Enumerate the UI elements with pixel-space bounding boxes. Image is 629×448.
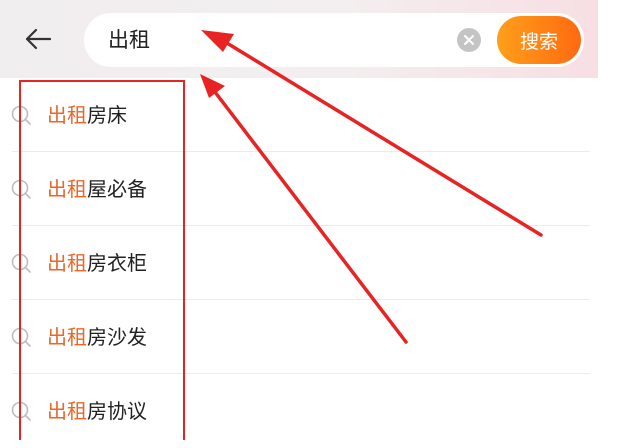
annotation-highlight-box: [19, 80, 185, 440]
close-icon: [464, 35, 474, 45]
search-button[interactable]: 搜索: [497, 16, 581, 64]
arrow-left-icon: [25, 28, 52, 50]
search-input[interactable]: [108, 13, 438, 67]
search-header: 搜索: [0, 0, 598, 78]
search-box: 搜索: [84, 13, 584, 67]
clear-search-button[interactable]: [457, 28, 481, 52]
back-button[interactable]: [14, 17, 62, 61]
